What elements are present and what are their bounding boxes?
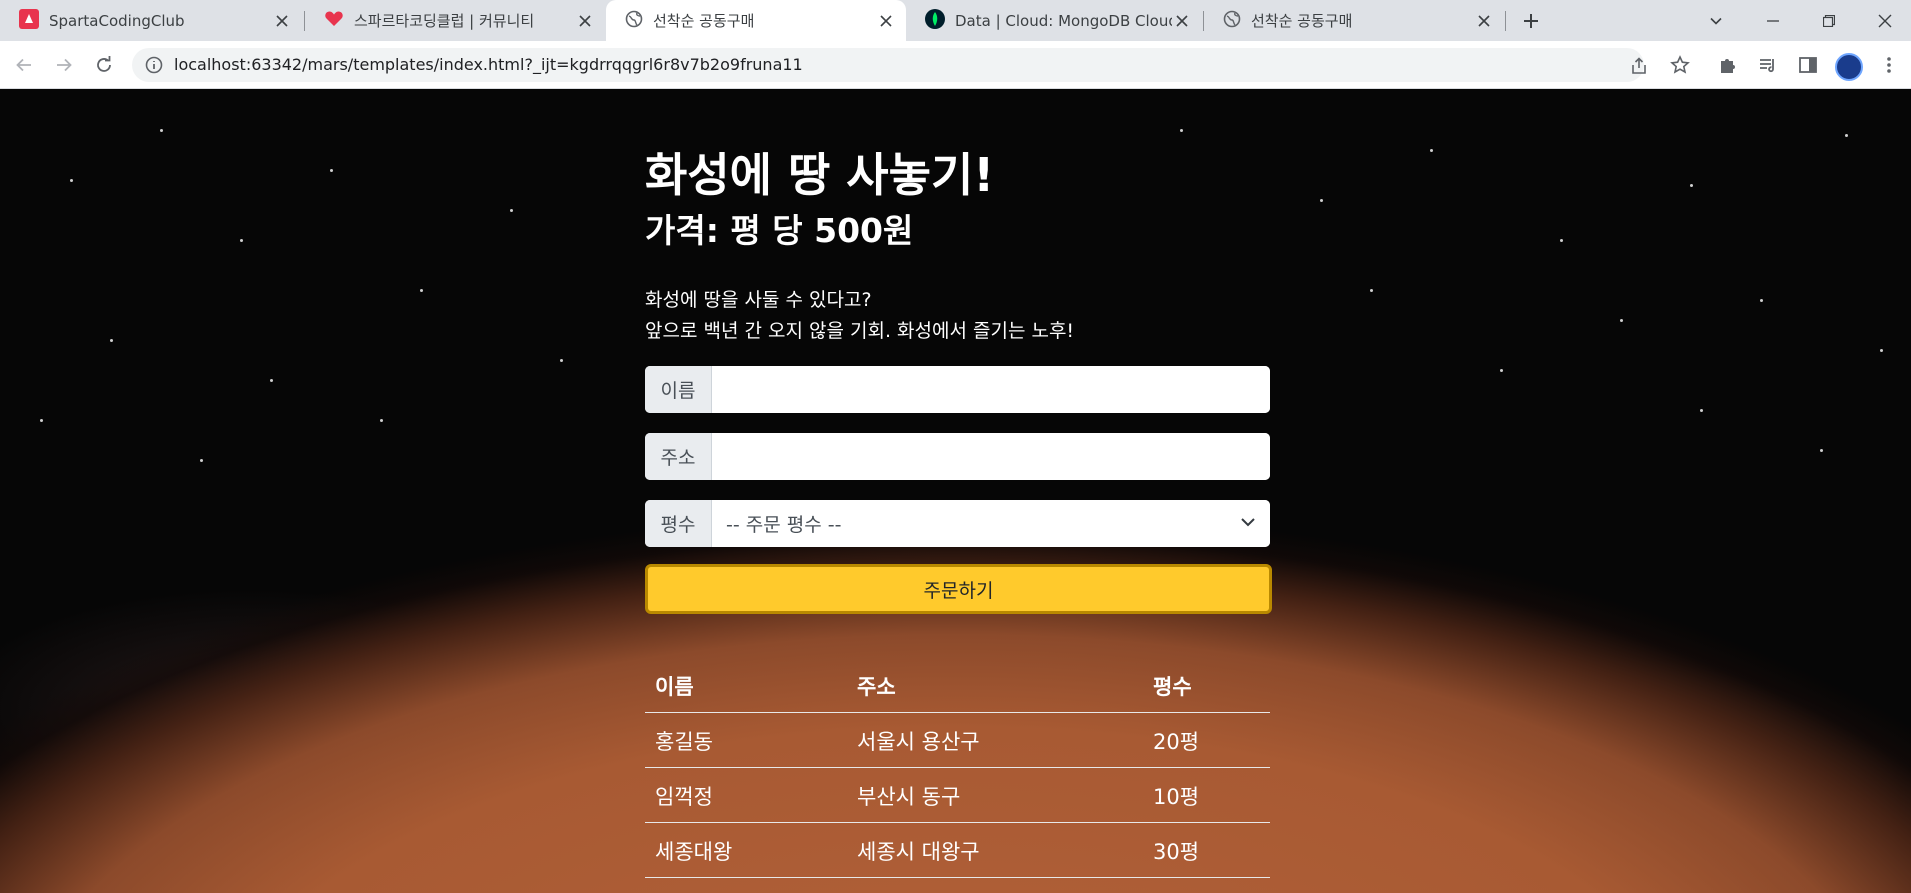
forward-button[interactable]: [50, 51, 78, 79]
tab-title: SpartaCodingClub: [49, 11, 185, 30]
size-select[interactable]: -- 주문 평수 --: [712, 500, 1270, 547]
order-button[interactable]: 주문하기: [645, 564, 1272, 614]
side-panel-icon[interactable]: [1797, 54, 1819, 76]
orders-table: 이름 주소 평수 홍길동 서울시 용산구 20평 임꺽정 부산시 동구 10평 …: [645, 659, 1270, 878]
cell-name: 세종대왕: [655, 839, 733, 864]
address-label: 주소: [645, 433, 712, 480]
globe-icon: [1223, 10, 1241, 32]
column-header-size: 평수: [1153, 675, 1192, 699]
tab-sparta[interactable]: SpartaCodingClub: [0, 0, 302, 41]
tab-sparta-community[interactable]: 스파르타코딩클럽 | 커뮤니티: [305, 0, 605, 41]
cell-size: 20평: [1153, 729, 1200, 754]
tab-search-button[interactable]: [1693, 0, 1739, 41]
plus-icon: [1524, 14, 1538, 28]
back-button[interactable]: [10, 51, 38, 79]
tab-strip: SpartaCodingClub 스파르타코딩클럽 | 커뮤니티 선착순 공동구…: [0, 0, 1911, 41]
profile-avatar[interactable]: [1835, 53, 1863, 81]
restore-icon: [1823, 14, 1835, 27]
cell-size: 10평: [1153, 784, 1200, 809]
media-queue-icon[interactable]: [1757, 54, 1779, 76]
restore-button[interactable]: [1806, 0, 1852, 41]
bookmark-star-icon[interactable]: [1669, 54, 1691, 76]
close-icon[interactable]: [272, 11, 292, 31]
url-text[interactable]: localhost:63342/mars/templates/index.htm…: [174, 55, 803, 74]
tab-mongodb[interactable]: Data | Cloud: MongoDB Cloud: [906, 0, 1202, 41]
cell-address: 세종시 대왕구: [857, 839, 980, 864]
table-row: 세종대왕 세종시 대왕구 30평: [645, 823, 1270, 878]
name-input-group: 이름: [645, 366, 1270, 413]
tab-title: 스파르타코딩클럽 | 커뮤니티: [354, 12, 535, 30]
cell-name: 임꺽정: [655, 784, 713, 809]
cell-address: 서울시 용산구: [857, 729, 980, 754]
name-label: 이름: [645, 366, 712, 413]
arrow-right-icon: [57, 58, 72, 72]
reload-icon: [97, 56, 111, 72]
tab-title: 선착순 공동구매: [1251, 12, 1353, 30]
sparta-heart-favicon-icon: [324, 9, 344, 33]
globe-icon: [625, 10, 643, 32]
browser-toolbar: localhost:63342/mars/templates/index.htm…: [0, 41, 1911, 89]
size-select-group: 평수 -- 주문 평수 --: [645, 500, 1270, 547]
minimize-icon: [1767, 19, 1779, 22]
address-input-group: 주소: [645, 433, 1270, 480]
cell-name: 홍길동: [655, 729, 713, 754]
arrow-left-icon: [16, 58, 31, 72]
address-input[interactable]: [712, 433, 1270, 480]
description-line-2: 앞으로 백년 간 오지 않을 기회. 화성에서 즐기는 노후!: [645, 320, 1075, 342]
tab-title: 선착순 공동구매: [653, 12, 755, 30]
tab-duplicate[interactable]: 선착순 공동구매: [1204, 0, 1504, 41]
chevron-down-icon: [1240, 513, 1256, 535]
address-bar[interactable]: localhost:63342/mars/templates/index.htm…: [132, 48, 1646, 82]
tab-current[interactable]: 선착순 공동구매: [606, 0, 906, 41]
close-icon[interactable]: [876, 11, 896, 31]
table-header-row: 이름 주소 평수: [645, 659, 1270, 713]
share-icon[interactable]: [1629, 56, 1649, 76]
mongodb-leaf-icon: [925, 8, 945, 33]
extensions-puzzle-icon[interactable]: [1717, 54, 1739, 76]
price-heading: 가격: 평 당 500원: [645, 211, 914, 250]
column-header-name: 이름: [655, 675, 694, 699]
cell-size: 30평: [1153, 839, 1200, 864]
reload-button[interactable]: [90, 51, 118, 79]
close-icon: [1878, 14, 1892, 27]
tab-separator: [1505, 11, 1506, 31]
kebab-menu-icon[interactable]: [1878, 54, 1900, 76]
cell-address: 부산시 동구: [857, 784, 961, 809]
size-label: 평수: [645, 500, 712, 547]
column-header-address: 주소: [857, 675, 896, 699]
description-line-1: 화성에 땅을 사둘 수 있다고?: [645, 289, 872, 311]
tab-title: Data | Cloud: MongoDB Cloud: [955, 11, 1172, 30]
chevron-down-icon: [1710, 17, 1722, 25]
close-icon[interactable]: [575, 11, 595, 31]
table-row: 홍길동 서울시 용산구 20평: [645, 713, 1270, 768]
new-tab-button[interactable]: [1518, 8, 1544, 34]
close-icon[interactable]: [1474, 11, 1494, 31]
table-row: 임꺽정 부산시 동구 10평: [645, 768, 1270, 823]
page-title: 화성에 땅 사놓기!: [645, 148, 995, 202]
size-select-value: -- 주문 평수 --: [726, 514, 842, 536]
site-info-icon[interactable]: [145, 56, 163, 78]
close-window-button[interactable]: [1862, 0, 1908, 41]
sparta-favicon-icon: [19, 8, 39, 33]
close-icon[interactable]: [1172, 11, 1192, 31]
minimize-button[interactable]: [1750, 0, 1796, 41]
page-viewport: 화성에 땅 사놓기! 가격: 평 당 500원 화성에 땅을 사둘 수 있다고?…: [0, 89, 1911, 893]
name-input[interactable]: [712, 366, 1270, 413]
